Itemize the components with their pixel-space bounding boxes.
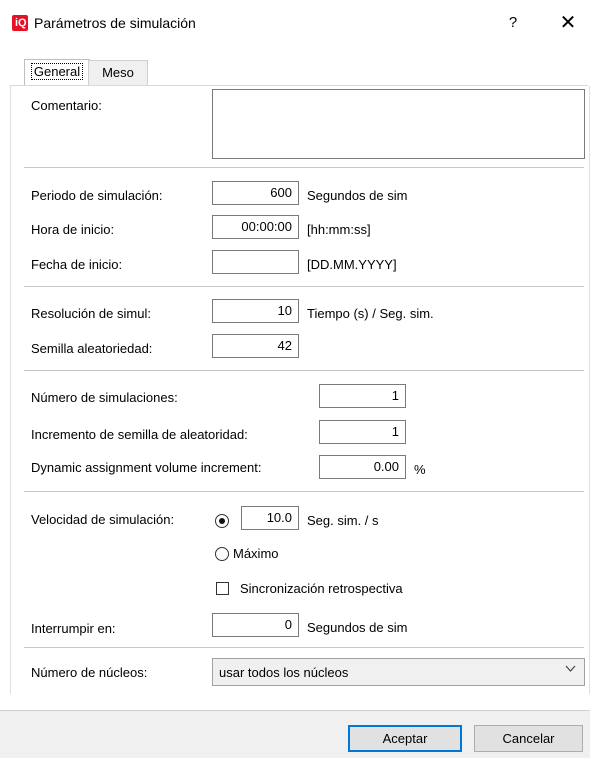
seed-increment-field[interactable]: 1	[319, 420, 406, 444]
start-date-unit: [DD.MM.YYYY]	[307, 257, 397, 272]
cores-select-value: usar todos los núcleos	[219, 665, 349, 680]
separator	[24, 647, 584, 648]
seed-field[interactable]: 42	[212, 334, 299, 358]
cancel-button[interactable]: Cancelar	[474, 725, 583, 752]
start-time-field[interactable]: 00:00:00	[212, 215, 299, 239]
speed-fixed-radio[interactable]	[215, 514, 229, 528]
window-title: Parámetros de simulación	[34, 15, 196, 31]
dyn-volume-label: Dynamic assignment volume increment:	[31, 460, 262, 475]
break-at-label: Interrumpir en:	[31, 621, 116, 636]
num-runs-label: Número de simulaciones:	[31, 390, 178, 405]
comment-label: Comentario:	[31, 98, 102, 113]
resolution-label: Resolución de simul:	[31, 306, 151, 321]
tab-general-label: General	[30, 63, 84, 80]
tab-general[interactable]: General	[24, 59, 90, 86]
start-date-field[interactable]	[212, 250, 299, 274]
tab-meso[interactable]: Meso	[88, 60, 148, 86]
speed-label: Velocidad de simulación:	[31, 512, 175, 527]
title-bar: iQ Parámetros de simulación ? ✕	[0, 0, 590, 46]
close-button[interactable]: ✕	[555, 10, 581, 36]
speed-unit: Seg. sim. / s	[307, 513, 379, 528]
tab-meso-label: Meso	[102, 65, 134, 80]
chevron-down-icon	[565, 663, 576, 677]
num-runs-field[interactable]: 1	[319, 384, 406, 408]
cores-label: Número de núcleos:	[31, 665, 148, 680]
break-at-field[interactable]: 0	[212, 613, 299, 637]
period-label: Periodo de simulación:	[31, 188, 163, 203]
start-time-label: Hora de inicio:	[31, 222, 115, 237]
period-field[interactable]: 600	[212, 181, 299, 205]
seed-label: Semilla aleatoriedad:	[31, 341, 153, 356]
speed-max-radio[interactable]	[215, 547, 229, 561]
speed-max-label[interactable]: Máximo	[233, 546, 279, 561]
speed-field[interactable]: 10.0	[241, 506, 299, 530]
period-unit: Segundos de sim	[307, 188, 408, 203]
start-time-unit: [hh:mm:ss]	[307, 222, 371, 237]
separator	[24, 286, 584, 287]
separator	[24, 491, 584, 492]
comment-field[interactable]	[212, 89, 585, 159]
resolution-field[interactable]: 10	[212, 299, 299, 323]
break-at-unit: Segundos de sim	[307, 620, 408, 635]
help-button[interactable]: ?	[500, 10, 526, 36]
app-icon: iQ	[12, 15, 28, 31]
separator	[24, 167, 584, 168]
ok-button[interactable]: Aceptar	[348, 725, 462, 752]
start-date-label: Fecha de inicio:	[31, 257, 123, 272]
retro-sync-checkbox[interactable]	[216, 582, 229, 595]
retro-sync-label[interactable]: Sincronización retrospectiva	[240, 581, 403, 596]
cores-select[interactable]: usar todos los núcleos	[212, 658, 585, 686]
seed-increment-label: Incremento de semilla de aleatoridad:	[31, 427, 248, 442]
dyn-volume-unit: %	[414, 462, 426, 477]
dyn-volume-field[interactable]: 0.00	[319, 455, 406, 479]
separator	[24, 370, 584, 371]
resolution-unit: Tiempo (s) / Seg. sim.	[307, 306, 434, 321]
